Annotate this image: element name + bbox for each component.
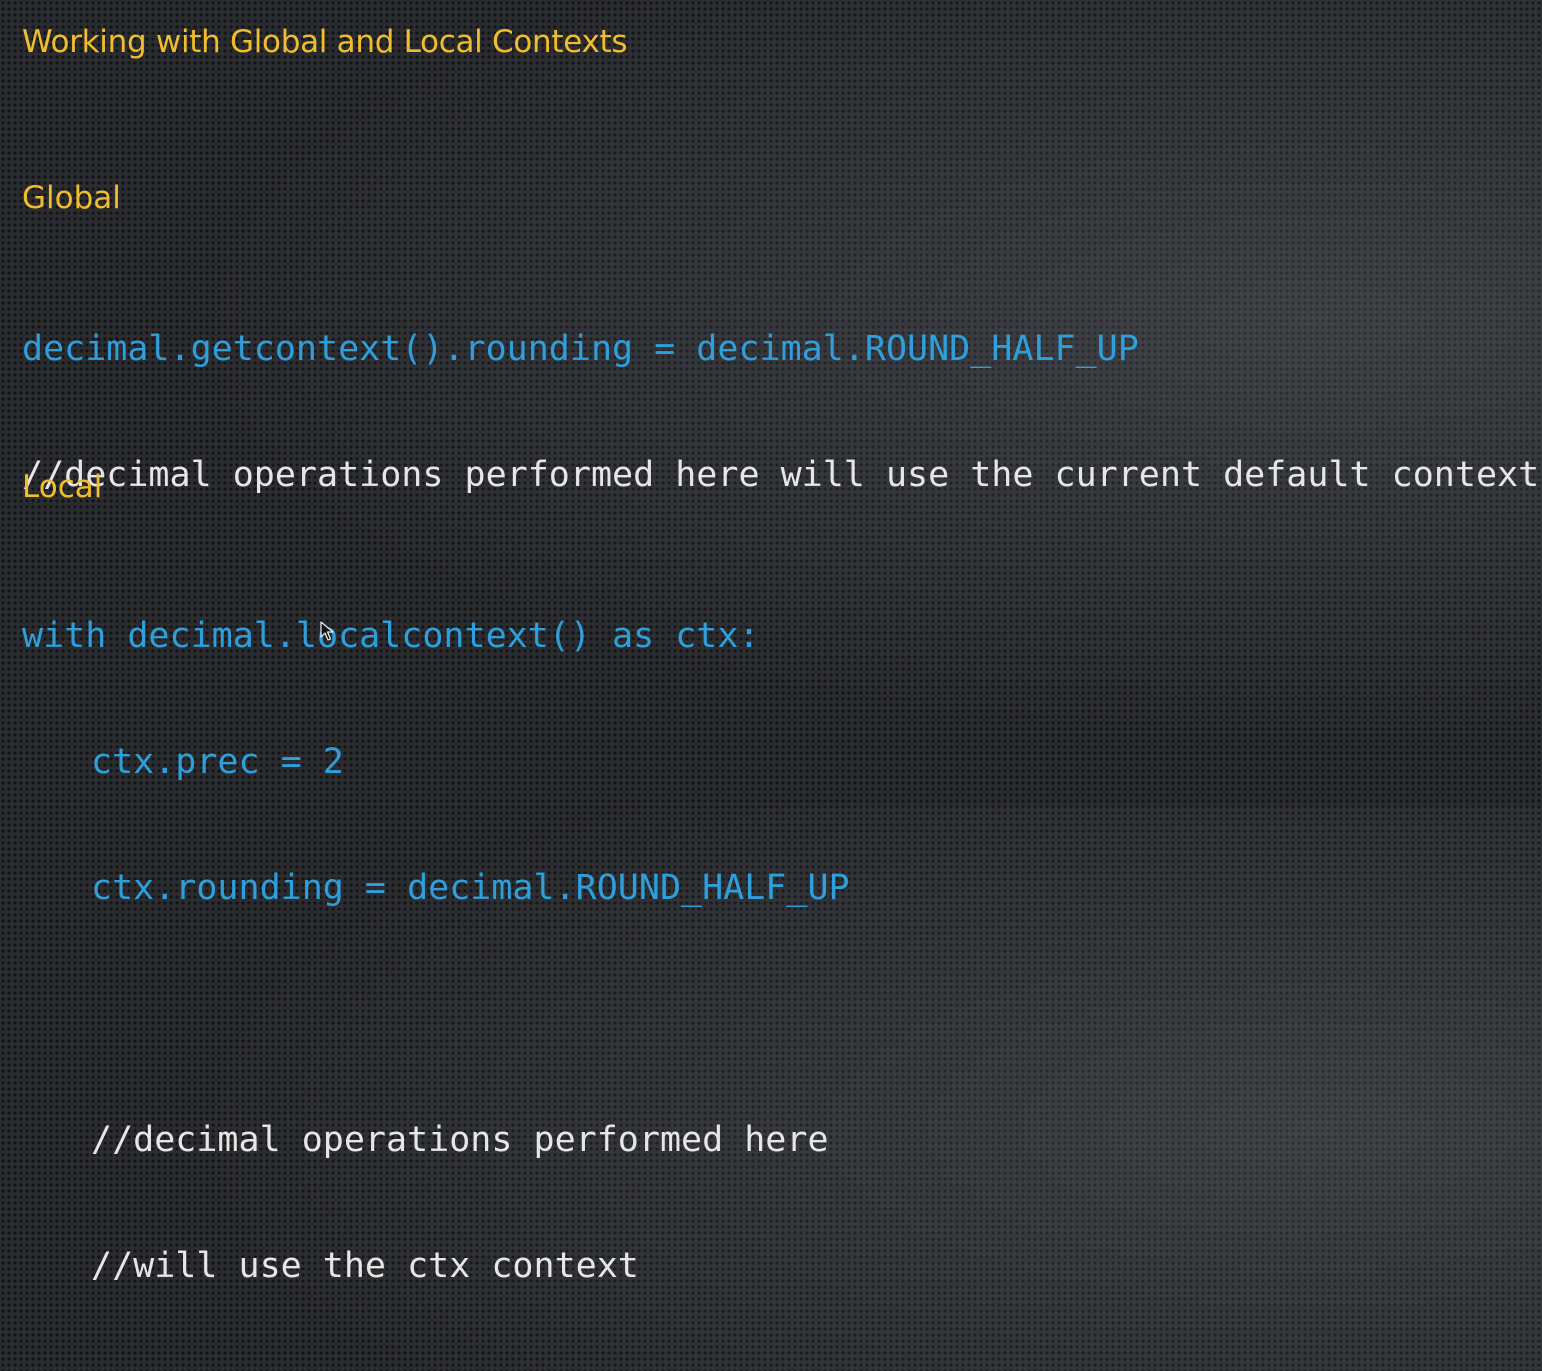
presentation-slide: Working with Global and Local Contexts G… bbox=[0, 0, 1542, 1286]
comment-line: //decimal operations performed here will… bbox=[22, 455, 1540, 495]
global-heading: Global bbox=[22, 180, 121, 216]
global-code-block: decimal.getcontext().rounding = decimal.… bbox=[22, 244, 1539, 580]
code-line: ctx.prec = 2 bbox=[91, 742, 344, 782]
comment-line: //decimal operations performed here bbox=[91, 1120, 829, 1160]
code-line: decimal.getcontext().rounding = decimal.… bbox=[22, 329, 1139, 369]
code-line: ctx.rounding = decimal.ROUND_HALF_UP bbox=[91, 868, 850, 908]
code-line: with decimal.localcontext() as ctx: bbox=[22, 616, 760, 656]
slide-title: Working with Global and Local Contexts bbox=[22, 24, 628, 60]
local-code-block: with decimal.localcontext() as ctx: ctx.… bbox=[22, 531, 850, 1371]
mouse-pointer-icon bbox=[320, 621, 334, 641]
local-heading: Local bbox=[22, 469, 103, 505]
comment-line: //will use the ctx context bbox=[91, 1246, 639, 1286]
